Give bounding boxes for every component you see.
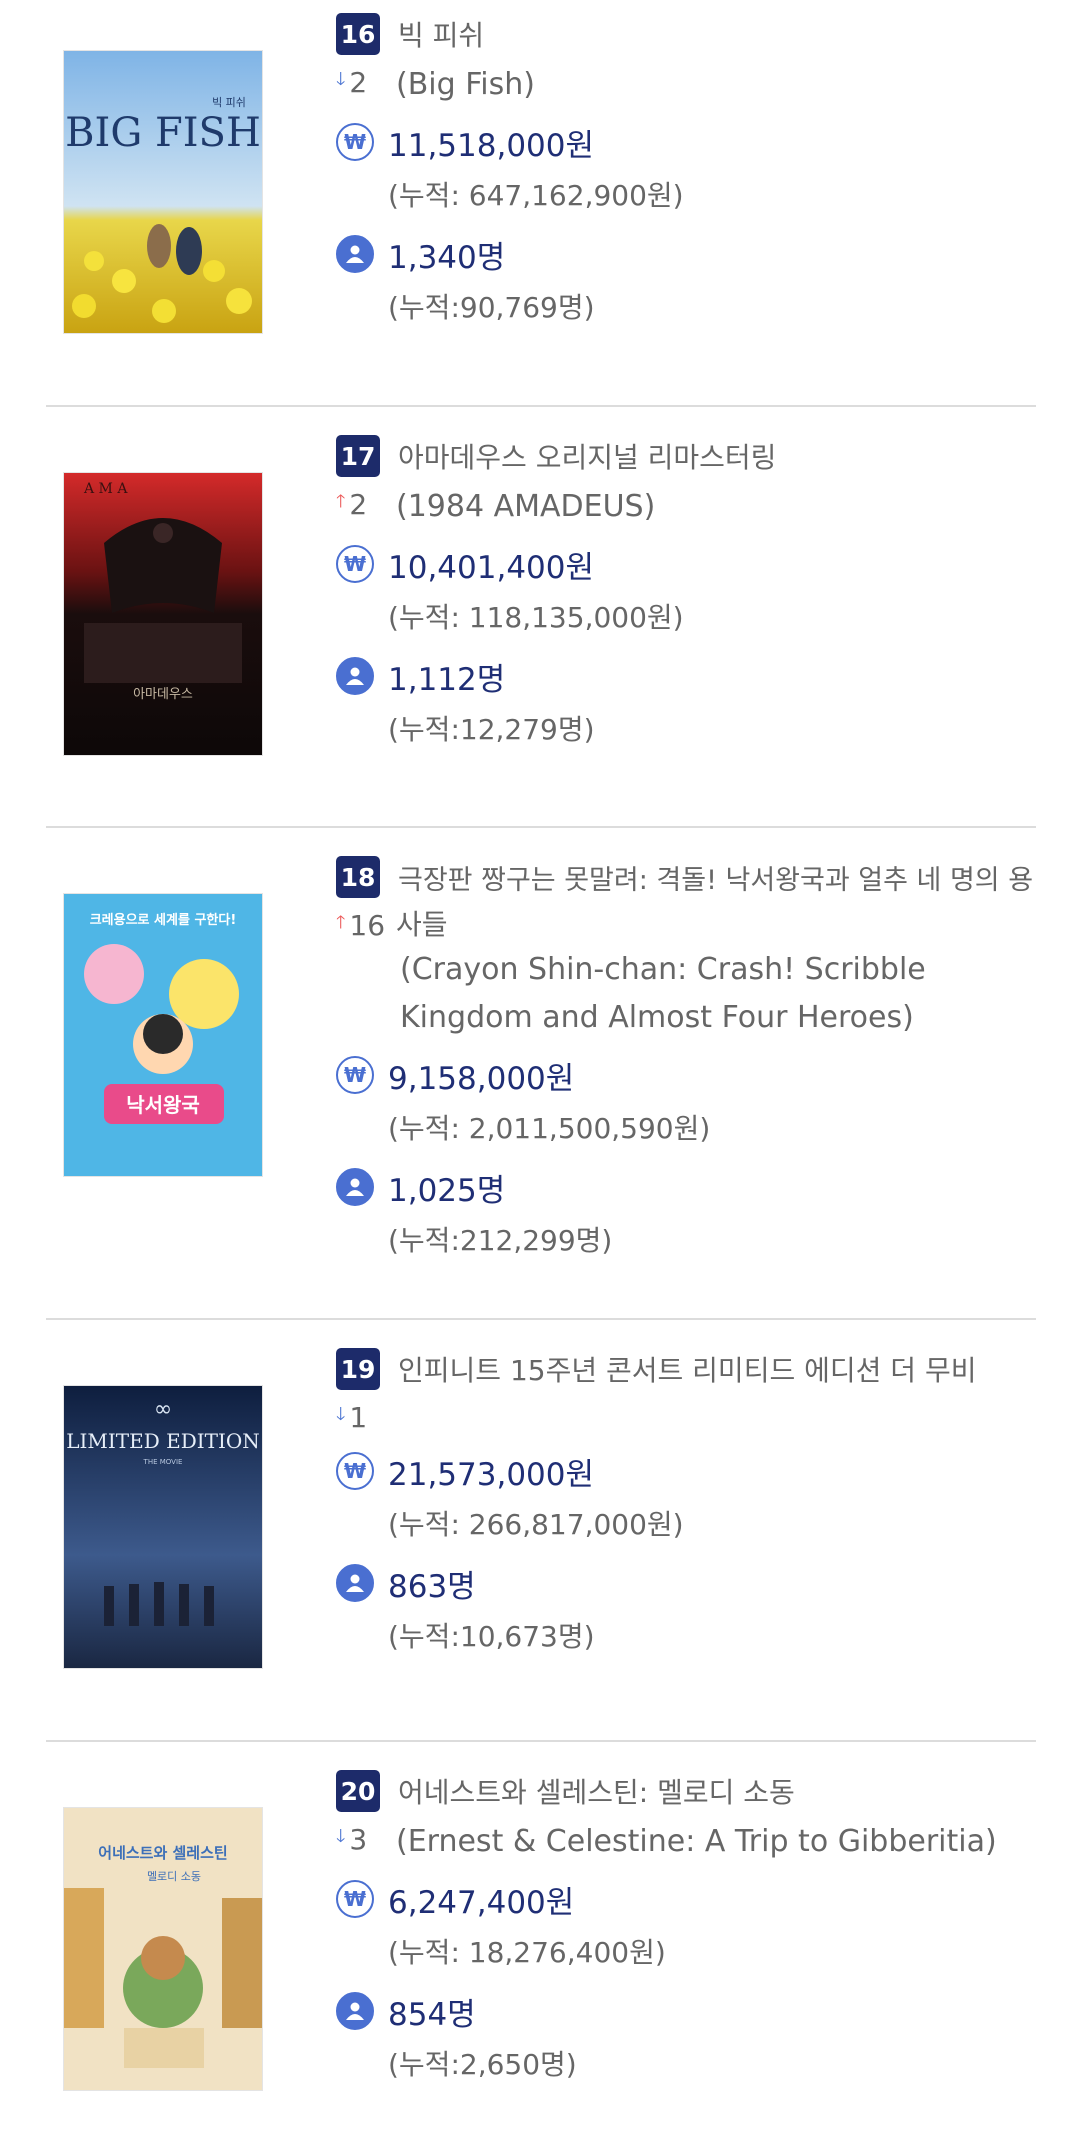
revenue-row: ₩ 6,247,400원 xyxy=(336,1871,1036,1927)
original-title: (1984 AMADEUS) xyxy=(396,489,656,524)
arrow-up-icon: 🡑 xyxy=(336,491,346,512)
rank-badge: 19 xyxy=(336,1348,380,1390)
poster-image: BIG FISH 빅 피쉬 xyxy=(64,51,262,333)
divider xyxy=(46,1318,1036,1320)
rank-badge: 16 xyxy=(336,13,380,55)
revenue-total: (누적: 18,276,400원) xyxy=(388,1936,666,1969)
rank-badge: 17 xyxy=(336,435,380,477)
revenue-value: 11,518,000원 xyxy=(388,127,595,164)
audience-value: 863명 xyxy=(388,1568,476,1605)
arrow-down-icon: 🡓 xyxy=(336,1404,346,1425)
audience-total: (누적:10,673명) xyxy=(388,1620,595,1653)
svg-text:낙서왕국: 낙서왕국 xyxy=(126,1093,200,1117)
movie-poster[interactable]: A M A 아마데우스 xyxy=(63,472,263,756)
divider xyxy=(46,826,1036,828)
movie-title[interactable]: 빅 피쉬 xyxy=(398,14,484,54)
original-title: (Ernest & Celestine: A Trip to Gibberiti… xyxy=(396,1824,997,1859)
original-title-line1: (Crayon Shin-chan: Crash! Scribble xyxy=(400,952,926,987)
audience-row: 1,025명 xyxy=(336,1159,1036,1215)
rank-change: 🡓 3 xyxy=(336,1822,368,1856)
won-icon: ₩ xyxy=(336,545,374,583)
user-icon xyxy=(336,657,374,695)
list-item[interactable]: 어네스트와 셀레스틴 멜로디 소동 20 어네스트와 셀레스틴: 멜로디 소동 … xyxy=(46,1767,1036,2137)
list-item[interactable]: ∞ LIMITED EDITION THE MOVIE 19 인피니트 15주년… xyxy=(46,1345,1036,1725)
svg-text:THE MOVIE: THE MOVIE xyxy=(143,1458,183,1466)
arrow-down-icon: 🡓 xyxy=(336,69,346,90)
svg-text:A M A: A M A xyxy=(83,481,128,497)
movie-poster[interactable]: 어네스트와 셀레스틴 멜로디 소동 xyxy=(63,1807,263,2091)
poster-image: A M A 아마데우스 xyxy=(64,473,262,755)
rank-change: 🡑 2 xyxy=(336,487,368,521)
audience-row: 1,112명 xyxy=(336,648,1036,704)
user-icon xyxy=(336,1564,374,1602)
poster-image: 어네스트와 셀레스틴 멜로디 소동 xyxy=(64,1808,262,2090)
revenue-value: 21,573,000원 xyxy=(388,1456,595,1493)
rank-change: 🡑 16 xyxy=(336,908,386,942)
won-icon: ₩ xyxy=(336,123,374,161)
list-item[interactable]: A M A 아마데우스 17 아마데우스 오리지널 리마스터링 🡑 2 (1984… xyxy=(46,432,1036,812)
movie-title[interactable]: 어네스트와 셀레스틴: 멜로디 소동 xyxy=(398,1771,795,1811)
svg-text:BIG FISH: BIG FISH xyxy=(65,110,261,156)
rank-change: 🡓 1 xyxy=(336,1400,368,1434)
audience-row: 1,340명 xyxy=(336,226,1036,282)
arrow-up-icon: 🡑 xyxy=(336,912,346,933)
divider xyxy=(46,1740,1036,1742)
arrow-down-icon: 🡓 xyxy=(336,1826,346,1847)
poster-image: ∞ LIMITED EDITION THE MOVIE xyxy=(64,1386,262,1668)
audience-row: 863명 xyxy=(336,1555,1036,1611)
audience-value: 1,340명 xyxy=(388,239,506,276)
movie-poster[interactable]: 크레용으로 세계를 구한다! 낙서왕국 xyxy=(63,893,263,1177)
divider xyxy=(46,405,1036,407)
svg-text:아마데우스: 아마데우스 xyxy=(133,687,193,702)
audience-value: 1,025명 xyxy=(388,1172,506,1209)
svg-text:∞: ∞ xyxy=(154,1397,172,1422)
rank-badge: 18 xyxy=(336,856,380,898)
movie-title-continued: 사들 xyxy=(396,908,448,941)
won-icon: ₩ xyxy=(336,1880,374,1918)
user-icon xyxy=(336,1992,374,2030)
revenue-total: (누적: 118,135,000원) xyxy=(388,601,684,634)
revenue-total: (누적: 266,817,000원) xyxy=(388,1508,684,1541)
movie-title[interactable]: 인피니트 15주년 콘서트 리미티드 에디션 더 무비 xyxy=(398,1349,976,1389)
box-office-list: BIG FISH 빅 피쉬 16 빅 피쉬 🡓 2 (Big Fish) ₩ 11… xyxy=(0,0,1080,2137)
revenue-row: ₩ 21,573,000원 xyxy=(336,1443,1036,1499)
audience-value: 1,112명 xyxy=(388,661,506,698)
audience-total: (누적:90,769명) xyxy=(388,291,595,324)
svg-text:멜로디 소동: 멜로디 소동 xyxy=(147,1870,201,1883)
svg-text:빅 피쉬: 빅 피쉬 xyxy=(212,96,246,109)
movie-poster[interactable]: ∞ LIMITED EDITION THE MOVIE xyxy=(63,1385,263,1669)
svg-text:어네스트와 셀레스틴: 어네스트와 셀레스틴 xyxy=(98,1844,227,1862)
audience-total: (누적:212,299명) xyxy=(388,1224,613,1257)
rank-change: 🡓 2 xyxy=(336,65,368,99)
list-item[interactable]: 크레용으로 세계를 구한다! 낙서왕국 18 극장판 짱구는 못말려: 격돌! … xyxy=(46,853,1036,1313)
movie-title[interactable]: 극장판 짱구는 못말려: 격돌! 낙서왕국과 얼추 네 명의 용 xyxy=(398,858,1033,897)
rank-badge: 20 xyxy=(336,1770,380,1812)
original-title-line2: Kingdom and Almost Four Heroes) xyxy=(400,1000,914,1035)
revenue-total: (누적: 647,162,900원) xyxy=(388,179,684,212)
revenue-value: 9,158,000원 xyxy=(388,1060,575,1097)
won-icon: ₩ xyxy=(336,1056,374,1094)
revenue-row: ₩ 10,401,400원 xyxy=(336,536,1036,592)
revenue-row: ₩ 11,518,000원 xyxy=(336,114,1036,170)
won-icon: ₩ xyxy=(336,1452,374,1490)
audience-total: (누적:2,650명) xyxy=(388,2048,577,2081)
original-title: (Big Fish) xyxy=(396,67,535,102)
revenue-total: (누적: 2,011,500,590원) xyxy=(388,1112,711,1145)
user-icon xyxy=(336,235,374,273)
audience-value: 854명 xyxy=(388,1996,476,2033)
poster-image: 크레용으로 세계를 구한다! 낙서왕국 xyxy=(64,894,262,1176)
svg-text:크레용으로 세계를 구한다!: 크레용으로 세계를 구한다! xyxy=(90,912,237,928)
movie-poster[interactable]: BIG FISH 빅 피쉬 xyxy=(63,50,263,334)
revenue-value: 10,401,400원 xyxy=(388,549,595,586)
audience-row: 854명 xyxy=(336,1983,1036,2039)
revenue-row: ₩ 9,158,000원 xyxy=(336,1047,1036,1103)
movie-title[interactable]: 아마데우스 오리지널 리마스터링 xyxy=(398,436,776,476)
list-item[interactable]: BIG FISH 빅 피쉬 16 빅 피쉬 🡓 2 (Big Fish) ₩ 11… xyxy=(46,10,1036,390)
svg-text:LIMITED EDITION: LIMITED EDITION xyxy=(66,1429,260,1453)
revenue-value: 6,247,400원 xyxy=(388,1884,575,1921)
user-icon xyxy=(336,1168,374,1206)
audience-total: (누적:12,279명) xyxy=(388,713,595,746)
